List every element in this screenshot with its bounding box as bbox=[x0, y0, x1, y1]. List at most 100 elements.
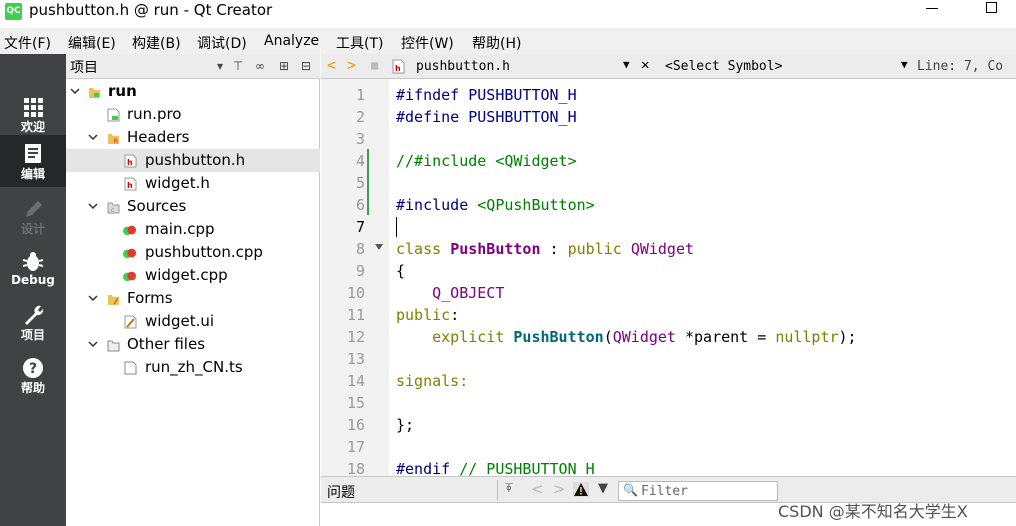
mode-selector: 欢迎 编辑 设计 Debug 项目 ? 帮助 bbox=[0, 54, 66, 526]
menu-analyze[interactable]: Analyze bbox=[264, 33, 319, 49]
maximize-button[interactable] bbox=[986, 2, 997, 13]
tree-item-label: main.cpp bbox=[145, 220, 215, 238]
header-file-icon: h bbox=[124, 154, 137, 168]
back-arrow-icon[interactable]: < bbox=[327, 56, 336, 74]
chevron-down-icon[interactable]: ▼ bbox=[901, 58, 908, 71]
tree-item-pushbutton-h[interactable]: h pushbutton.h bbox=[66, 149, 320, 172]
menu-tools[interactable]: 工具(T) bbox=[336, 33, 383, 53]
back-arrow-icon[interactable]: < bbox=[531, 480, 544, 498]
filter-icon[interactable]: ▼ bbox=[598, 481, 608, 496]
mode-projects-label: 项目 bbox=[20, 328, 45, 342]
link-icon[interactable]: ∞ bbox=[252, 58, 268, 74]
code-line: public: bbox=[396, 306, 460, 324]
menu-build[interactable]: 构建(B) bbox=[132, 33, 181, 53]
chevron-down-icon bbox=[88, 341, 98, 348]
menu-bar: 文件(F) 编辑(E) 构建(B) 调试(D) Analyze 工具(T) 控件… bbox=[0, 28, 1016, 54]
tree-item-label: run bbox=[108, 82, 137, 100]
clean-icon[interactable]: ⍕ bbox=[505, 481, 513, 496]
close-pane-icon[interactable]: ⊟ bbox=[298, 58, 314, 74]
minimize-button[interactable] bbox=[926, 8, 938, 9]
svg-text:h: h bbox=[395, 64, 401, 73]
project-icon bbox=[89, 88, 100, 98]
tree-item-widget-cpp[interactable]: widget.cpp bbox=[66, 264, 320, 287]
document-icon bbox=[25, 144, 41, 163]
mode-design-label: 设计 bbox=[20, 222, 45, 236]
folder-icon bbox=[108, 295, 119, 305]
chevron-down-icon bbox=[88, 134, 98, 141]
text-cursor bbox=[396, 217, 397, 237]
search-icon: 🔍 bbox=[623, 483, 638, 497]
menu-edit[interactable]: 编辑(E) bbox=[68, 33, 116, 53]
code-line: explicit PushButton(QWidget *parent = nu… bbox=[396, 328, 857, 346]
line-number: 17 bbox=[346, 438, 365, 456]
forward-arrow-icon[interactable]: > bbox=[553, 480, 566, 498]
tree-item-run[interactable]: run bbox=[66, 80, 320, 103]
tree-item-run-zh-cn-ts[interactable]: run_zh_CN.ts bbox=[66, 356, 320, 379]
tree-item-run-pro[interactable]: run.pro bbox=[66, 103, 320, 126]
header-file-icon: h bbox=[392, 59, 405, 74]
tree-item-sources[interactable]: c Sources bbox=[66, 195, 320, 218]
open-document-selector[interactable]: pushbutton.h bbox=[416, 59, 510, 74]
line-number: 15 bbox=[346, 394, 365, 412]
wrench-icon bbox=[25, 305, 44, 325]
tree-item-widget-ui[interactable]: widget.ui bbox=[66, 310, 320, 333]
chevron-down-icon[interactable]: ▾ bbox=[212, 58, 228, 74]
divider bbox=[497, 480, 498, 500]
tree-item-pushbutton-cpp[interactable]: pushbutton.cpp bbox=[66, 241, 320, 264]
line-number: 12 bbox=[346, 328, 365, 346]
filter-input[interactable]: 🔍 Filter bbox=[618, 481, 778, 501]
mode-help[interactable]: ? 帮助 bbox=[0, 349, 66, 401]
cursor-position[interactable]: Line: 7, Co bbox=[917, 59, 1003, 74]
header-file-icon: h bbox=[124, 177, 137, 191]
tree-item-widget-h[interactable]: h widget.h bbox=[66, 172, 320, 195]
pencil-icon bbox=[26, 201, 42, 217]
tree-item-label: Sources bbox=[127, 197, 187, 215]
chevron-down-icon bbox=[70, 88, 80, 95]
menu-debug[interactable]: 调试(D) bbox=[197, 33, 247, 53]
mode-edit[interactable]: 编辑 bbox=[0, 135, 66, 187]
symbol-selector[interactable]: <Select Symbol> bbox=[665, 59, 782, 74]
forward-arrow-icon[interactable]: > bbox=[347, 56, 356, 74]
mode-design[interactable]: 设计 bbox=[0, 190, 66, 242]
code-editor[interactable]: #ifndef PUSHBUTTON_H #define PUSHBUTTON_… bbox=[389, 79, 1016, 478]
code-line: #define PUSHBUTTON_H bbox=[396, 108, 577, 126]
menu-file[interactable]: 文件(F) bbox=[4, 33, 51, 53]
tree-item-label: run_zh_CN.ts bbox=[145, 358, 243, 376]
tree-item-main-cpp[interactable]: main.cpp bbox=[66, 218, 320, 241]
line-number: 8 bbox=[355, 240, 365, 258]
menu-help[interactable]: 帮助(H) bbox=[472, 33, 521, 53]
chevron-down-icon[interactable]: ▼ bbox=[623, 58, 630, 71]
folder-icon: c bbox=[107, 202, 120, 214]
line-number-current: 7 bbox=[355, 218, 365, 236]
mode-debug[interactable]: Debug bbox=[0, 243, 66, 295]
tree-item-headers[interactable]: h Headers bbox=[66, 126, 320, 149]
tree-item-forms[interactable]: Forms bbox=[66, 287, 320, 310]
line-number: 1 bbox=[355, 86, 365, 104]
code-line: #include <QPushButton> bbox=[396, 196, 595, 214]
grid-icon bbox=[24, 98, 43, 117]
issues-title[interactable]: 问题 bbox=[327, 482, 355, 502]
menu-controls[interactable]: 控件(W) bbox=[401, 33, 454, 53]
navigator-title[interactable]: 项目 bbox=[70, 57, 98, 77]
tree-item-other-files[interactable]: Other files bbox=[66, 333, 320, 356]
tree-item-label: run.pro bbox=[127, 105, 182, 123]
warning-icon[interactable] bbox=[573, 482, 589, 497]
line-number: 5 bbox=[355, 174, 365, 192]
line-number: 14 bbox=[346, 372, 365, 390]
mode-welcome[interactable]: 欢迎 bbox=[0, 88, 66, 140]
code-line: signals: bbox=[396, 372, 469, 390]
line-number: 4 bbox=[355, 152, 365, 170]
ui-file-icon bbox=[124, 315, 137, 329]
editor-toolbar: < > ■ h pushbutton.h ▼ ✕ <Select Symbol>… bbox=[321, 54, 1016, 79]
split-icon[interactable]: ⊞ bbox=[276, 58, 292, 74]
code-line: #ifndef PUSHBUTTON_H bbox=[396, 86, 577, 104]
mode-projects[interactable]: 项目 bbox=[0, 296, 66, 348]
line-number-gutter: 1 2 3 4 5 6 7 8 9 10 11 12 13 14 15 16 1… bbox=[321, 79, 389, 478]
tree-item-label: Other files bbox=[127, 335, 206, 353]
mode-debug-label: Debug bbox=[11, 273, 55, 287]
filter-icon[interactable]: ⊤ bbox=[230, 58, 246, 74]
chevron-down-icon bbox=[88, 295, 98, 302]
close-document-icon[interactable]: ✕ bbox=[641, 57, 649, 73]
fold-arrow-icon[interactable] bbox=[374, 242, 384, 252]
window-title: pushbutton.h @ run - Qt Creator bbox=[29, 1, 273, 19]
